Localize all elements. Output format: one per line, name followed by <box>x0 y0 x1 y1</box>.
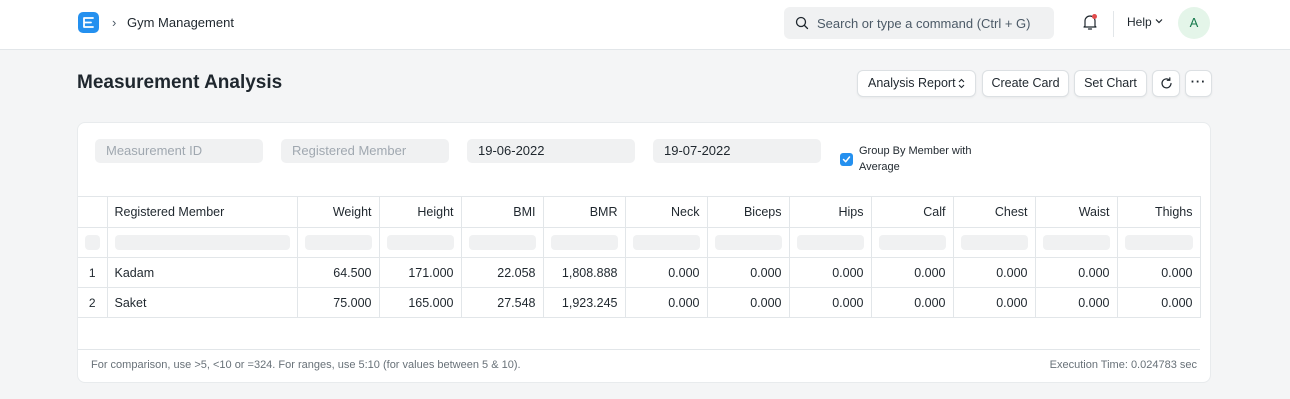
set-chart-button[interactable]: Set Chart <box>1074 70 1147 97</box>
more-icon: ··· <box>1190 75 1207 89</box>
table-cell[interactable]: 0.000 <box>1116 287 1201 318</box>
table-cell[interactable]: 165.000 <box>378 287 462 318</box>
report-table: Registered Member Weight Height BMI BMR Neck B… <box>78 196 1201 318</box>
table-cell[interactable]: 75.000 <box>296 287 380 318</box>
column-header[interactable]: Height <box>378 196 462 228</box>
table-cell[interactable]: 0.000 <box>788 257 872 288</box>
column-filter-input[interactable] <box>952 227 1036 258</box>
column-filter-input[interactable] <box>460 227 544 258</box>
breadcrumb-gym-management[interactable]: Gym Management <box>127 15 234 30</box>
group-by-member-checkbox[interactable] <box>840 153 853 166</box>
chevron-down-icon <box>1155 19 1163 24</box>
table-cell[interactable]: 0.000 <box>952 287 1036 318</box>
table-filter-row <box>78 227 1201 258</box>
column-header[interactable]: Weight <box>296 196 380 228</box>
refresh-button[interactable] <box>1152 70 1180 97</box>
column-filter-input[interactable] <box>706 227 790 258</box>
row-index: 2 <box>78 287 108 318</box>
column-filter-input[interactable] <box>1034 227 1118 258</box>
report-card: Measurement ID Registered Member 19-06-2… <box>77 122 1211 383</box>
to-date-filter[interactable]: 19-07-2022 <box>653 139 821 163</box>
search-input[interactable]: Search or type a command (Ctrl + G) <box>784 7 1054 39</box>
row-index-header <box>78 196 108 228</box>
page-title: Measurement Analysis <box>77 72 283 93</box>
analysis-report-label: Analysis Report <box>868 76 956 90</box>
refresh-icon <box>1161 77 1172 89</box>
chevron-right-icon: › <box>112 15 117 30</box>
column-filter-input[interactable] <box>378 227 462 258</box>
search-placeholder: Search or type a command (Ctrl + G) <box>817 16 1031 31</box>
table-cell[interactable]: 0.000 <box>870 287 954 318</box>
table-cell[interactable]: 1,808.888 <box>542 257 626 288</box>
execution-time: Execution Time: 0.024783 sec <box>1049 359 1197 371</box>
navbar-divider <box>1113 11 1114 37</box>
navbar: › Gym Management Search or type a comman… <box>0 0 1290 50</box>
from-date-filter[interactable]: 19-06-2022 <box>467 139 635 163</box>
group-by-member-label: Group By Member with Average <box>859 145 972 173</box>
table-cell[interactable]: 171.000 <box>378 257 462 288</box>
create-card-button[interactable]: Create Card <box>982 70 1069 97</box>
column-filter-input[interactable] <box>624 227 708 258</box>
column-filter-input[interactable] <box>106 227 298 258</box>
footer-divider <box>78 349 1200 350</box>
column-header[interactable]: Hips <box>788 196 872 228</box>
column-header[interactable]: Biceps <box>706 196 790 228</box>
sort-icon <box>958 78 965 89</box>
search-icon <box>795 16 809 30</box>
app-logo-icon[interactable] <box>78 12 99 33</box>
table-cell[interactable]: 0.000 <box>870 257 954 288</box>
table-row[interactable]: 1 Kadam 64.500 171.000 22.058 1,808.888 0.000 0… <box>78 257 1201 288</box>
table-cell[interactable]: 0.000 <box>1034 287 1118 318</box>
measurement-id-filter[interactable]: Measurement ID <box>95 139 263 163</box>
table-cell[interactable]: Saket <box>106 287 298 318</box>
column-header[interactable]: BMR <box>542 196 626 228</box>
column-header[interactable]: Neck <box>624 196 708 228</box>
table-cell[interactable]: 1,923.245 <box>542 287 626 318</box>
column-filter-input[interactable] <box>296 227 380 258</box>
table-cell[interactable]: 27.548 <box>460 287 544 318</box>
registered-member-filter[interactable]: Registered Member <box>281 139 449 163</box>
table-cell[interactable]: Kadam <box>106 257 298 288</box>
column-header[interactable]: Chest <box>952 196 1036 228</box>
table-cell[interactable]: 0.000 <box>952 257 1036 288</box>
help-menu[interactable]: Help <box>1127 15 1152 29</box>
analysis-report-button[interactable]: Analysis Report <box>857 70 976 97</box>
column-filter-input[interactable] <box>1116 227 1201 258</box>
more-options-button[interactable]: ··· <box>1185 70 1212 97</box>
row-index-filter <box>78 227 108 258</box>
table-cell[interactable]: 0.000 <box>1034 257 1118 288</box>
table-cell[interactable]: 0.000 <box>1116 257 1201 288</box>
column-filter-input[interactable] <box>542 227 626 258</box>
avatar[interactable]: A <box>1178 7 1210 39</box>
table-cell[interactable]: 0.000 <box>624 287 708 318</box>
table-cell[interactable]: 0.000 <box>624 257 708 288</box>
table-cell[interactable]: 0.000 <box>706 287 790 318</box>
column-header[interactable]: Registered Member <box>106 196 298 228</box>
checkbox-check-icon <box>842 156 851 163</box>
table-header-row: Registered Member Weight Height BMI BMR Neck B… <box>78 196 1201 228</box>
table-cell[interactable]: 64.500 <box>296 257 380 288</box>
table-cell[interactable]: 0.000 <box>706 257 790 288</box>
column-header[interactable]: BMI <box>460 196 544 228</box>
table-cell[interactable]: 0.000 <box>788 287 872 318</box>
table-row[interactable]: 2 Saket 75.000 165.000 27.548 1,923.245 0.000 0… <box>78 287 1201 318</box>
column-header[interactable]: Waist <box>1034 196 1118 228</box>
column-header[interactable]: Thighs <box>1116 196 1201 228</box>
filter-hint: For comparison, use >5, <10 or =324. For… <box>91 359 521 371</box>
column-filter-input[interactable] <box>788 227 872 258</box>
notification-dot <box>1092 14 1097 19</box>
table-cell[interactable]: 22.058 <box>460 257 544 288</box>
row-index: 1 <box>78 257 108 288</box>
column-header[interactable]: Calf <box>870 196 954 228</box>
column-filter-input[interactable] <box>870 227 954 258</box>
